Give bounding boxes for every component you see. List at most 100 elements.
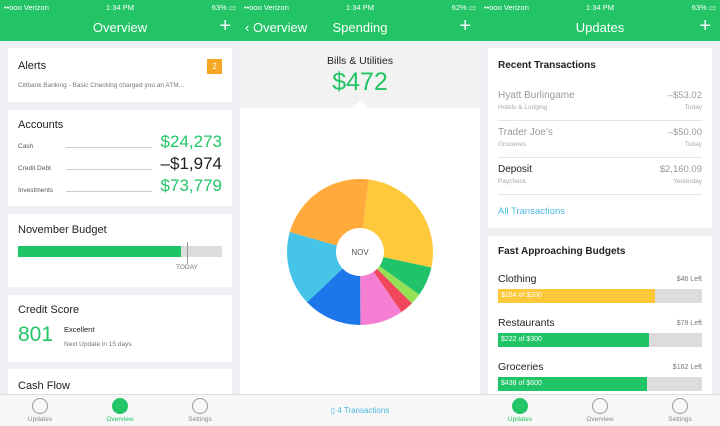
clock-icon — [32, 398, 48, 414]
today-label: TODAY — [176, 264, 198, 271]
clock-label: 1:34 PM — [586, 2, 614, 12]
transactions-bar[interactable]: ▯ 4 Transactions — [240, 394, 480, 426]
carrier-label: ••ooo Verizon — [484, 2, 529, 12]
transaction-row[interactable]: Trader Joe's Groceries –$50.00 Today — [498, 121, 702, 158]
budget-track: $222 of $300 — [498, 333, 702, 347]
budgets-card: Fast Approaching Budgets Clothing $46 Le… — [488, 236, 712, 396]
overview-screen: ••ooo Verizon 1:34 PM 63% ▭ Overview + A… — [0, 0, 240, 426]
tab-updates[interactable]: Updates — [10, 398, 70, 423]
alerts-card[interactable]: Alerts 2 Citibank Banking - Basic Checki… — [8, 48, 232, 102]
battery-label: 63% ▭ — [691, 2, 716, 12]
transaction-row[interactable]: Deposit Paycheck $2,160.09 Yesterday — [498, 158, 702, 195]
page-title: Updates — [575, 20, 625, 35]
gear-icon — [192, 398, 208, 414]
transaction-name: Trader Joe's — [498, 127, 553, 138]
credit-score-card[interactable]: Credit Score 801 Excellent Next Update i… — [8, 295, 232, 362]
budget-row-clothing[interactable]: Clothing $46 Left $154 of $200 — [498, 273, 702, 315]
clock-label: 1:34 PM — [106, 2, 134, 12]
credit-next-update: Next Update in 15 days — [64, 341, 132, 348]
transaction-date: Yesterday — [673, 178, 702, 185]
navigation-bar: Overview + — [0, 14, 240, 41]
tab-updates[interactable]: Updates — [490, 398, 550, 423]
divider — [66, 169, 152, 170]
updates-screen: ••ooo Verizon 1:34 PM 63% ▭ Updates + Re… — [480, 0, 720, 426]
budget-track: $438 of $600 — [498, 377, 702, 391]
status-bar: ••ooo Verizon 1:34 PM 63% ▭ — [0, 0, 240, 14]
divider — [66, 191, 152, 192]
tab-overview[interactable]: Overview — [570, 398, 630, 423]
account-value: $24,273 — [160, 132, 222, 151]
pointer-arrow — [353, 100, 369, 108]
add-icon[interactable]: + — [219, 15, 231, 38]
transaction-category: Hotels & Lodging — [498, 104, 548, 111]
status-bar: ••ooo Verizon 1:34 PM 62% ▭ — [240, 0, 480, 14]
budget-text: $438 of $600 — [501, 380, 542, 387]
transaction-date: Today — [684, 141, 702, 148]
account-value: $73,779 — [160, 176, 222, 195]
battery-label: 62% ▭ — [451, 2, 476, 12]
tab-settings[interactable]: Settings — [650, 398, 710, 423]
transaction-name: Hyatt Burlingame — [498, 90, 575, 101]
leaf-icon — [592, 398, 608, 414]
today-marker — [187, 242, 188, 264]
status-bar: ••ooo Verizon 1:34 PM 63% ▭ — [480, 0, 720, 14]
budget-name: Restaurants — [498, 317, 555, 329]
navigation-bar: ‹ Overview Spending + — [240, 14, 480, 41]
cash-flow-title: Cash Flow — [18, 380, 70, 392]
alerts-badge: 2 — [207, 59, 222, 74]
alert-message: Citibank Banking - Basic Checking charge… — [18, 82, 185, 89]
credit-score-value: 801 — [18, 323, 54, 346]
account-label: Investments — [18, 187, 54, 194]
account-row-cash[interactable]: Cash $24,273 — [18, 130, 222, 152]
alerts-title: Alerts — [18, 60, 47, 72]
tab-bar: Updates Overview Settings — [480, 394, 720, 426]
account-row-investments[interactable]: Investments $73,779 — [18, 174, 222, 196]
chart-area: NOV — [240, 108, 480, 394]
spending-pie-chart[interactable]: NOV — [240, 108, 480, 394]
category-label: Bills & Utilities — [327, 55, 393, 67]
divider — [66, 147, 152, 148]
account-row-credit-debt[interactable]: Credit Debt –$1,974 — [18, 152, 222, 174]
add-icon[interactable]: + — [699, 15, 711, 38]
account-label: Credit Debt — [18, 165, 51, 172]
budget-name: Clothing — [498, 273, 537, 285]
gear-icon — [672, 398, 688, 414]
tab-overview[interactable]: Overview — [90, 398, 150, 423]
page-title: Spending — [332, 20, 388, 35]
pie-center-label: NOV — [351, 248, 369, 257]
transactions-link[interactable]: ▯ 4 Transactions — [240, 406, 480, 415]
navigation-bar: Updates + — [480, 14, 720, 41]
budget-text: $222 of $300 — [501, 336, 542, 343]
budget-progress-fill — [18, 246, 182, 257]
carrier-label: ••ooo Verizon — [4, 2, 49, 12]
account-label: Cash — [18, 143, 34, 150]
transaction-amount: –$53.02 — [667, 90, 702, 101]
credit-score-title: Credit Score — [18, 304, 80, 316]
page-title: Overview — [92, 20, 148, 35]
budget-name: Groceries — [498, 361, 544, 373]
category-amount: $472 — [332, 68, 388, 96]
budget-left: $162 Left — [672, 364, 702, 371]
transaction-name: Deposit — [498, 164, 532, 175]
budget-row-restaurants[interactable]: Restaurants $78 Left $222 of $300 — [498, 317, 702, 359]
account-value: –$1,974 — [160, 154, 222, 173]
carrier-label: ••ooo Verizon — [244, 2, 289, 12]
recent-transactions-card: Recent Transactions Hyatt Burlingame Hot… — [488, 48, 712, 228]
budget-title: November Budget — [18, 224, 107, 236]
budget-left: $78 Left — [676, 320, 702, 327]
leaf-icon — [112, 398, 128, 414]
transaction-category: Paycheck — [498, 178, 527, 185]
budget-left: $46 Left — [676, 276, 702, 283]
all-transactions-link[interactable]: All Transactions — [498, 206, 565, 217]
credit-rating: Excellent — [64, 325, 95, 334]
budget-card[interactable]: November Budget TODAY — [8, 214, 232, 287]
accounts-card[interactable]: Accounts Cash $24,273 Credit Debt –$1,97… — [8, 110, 232, 206]
add-icon[interactable]: + — [459, 15, 471, 38]
tab-settings[interactable]: Settings — [170, 398, 230, 423]
recent-transactions-title: Recent Transactions — [498, 60, 596, 71]
transaction-date: Today — [684, 104, 702, 111]
spending-screen: ••ooo Verizon 1:34 PM 62% ▭ ‹ Overview S… — [240, 0, 480, 426]
clock-label: 1:34 PM — [346, 2, 374, 12]
budget-text: $154 of $200 — [501, 292, 542, 299]
transaction-row[interactable]: Hyatt Burlingame Hotels & Lodging –$53.0… — [498, 84, 702, 121]
